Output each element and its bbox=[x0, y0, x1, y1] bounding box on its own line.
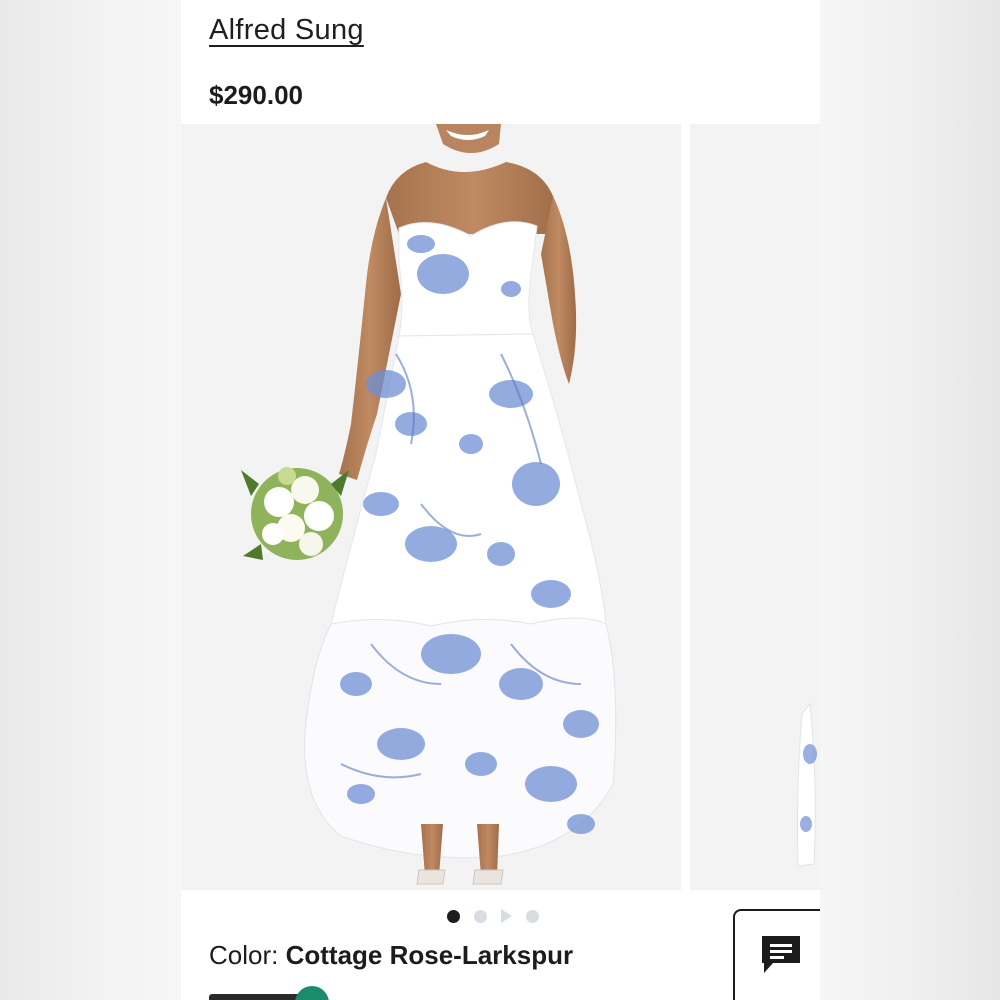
carousel-dot-4[interactable] bbox=[526, 909, 539, 923]
image-carousel[interactable] bbox=[181, 124, 820, 890]
color-label: Color: bbox=[209, 940, 279, 970]
left-backdrop bbox=[0, 0, 181, 1000]
chat-button[interactable] bbox=[733, 909, 820, 1000]
brand-link[interactable]: Alfred Sung bbox=[209, 14, 364, 47]
color-selection-label: Color: Cottage Rose-Larkspur bbox=[209, 940, 573, 971]
color-swatch[interactable] bbox=[295, 986, 329, 1000]
product-image-main[interactable] bbox=[181, 124, 681, 890]
carousel-dot-1[interactable] bbox=[447, 909, 460, 923]
dress-photo bbox=[241, 124, 617, 885]
video-play-icon[interactable] bbox=[501, 909, 512, 923]
product-image-next[interactable] bbox=[690, 124, 820, 890]
right-backdrop bbox=[820, 0, 1000, 1000]
chat-bubble-icon bbox=[762, 936, 800, 973]
carousel-pagination bbox=[447, 908, 539, 924]
product-page: Alfred Sung $290.00 Color: Cottage Rose-… bbox=[181, 0, 820, 1000]
carousel-dot-2[interactable] bbox=[474, 909, 487, 923]
bouquet bbox=[241, 467, 349, 560]
product-price: $290.00 bbox=[209, 80, 303, 110]
next-image-peek bbox=[797, 702, 817, 867]
color-value: Cottage Rose-Larkspur bbox=[285, 940, 574, 970]
